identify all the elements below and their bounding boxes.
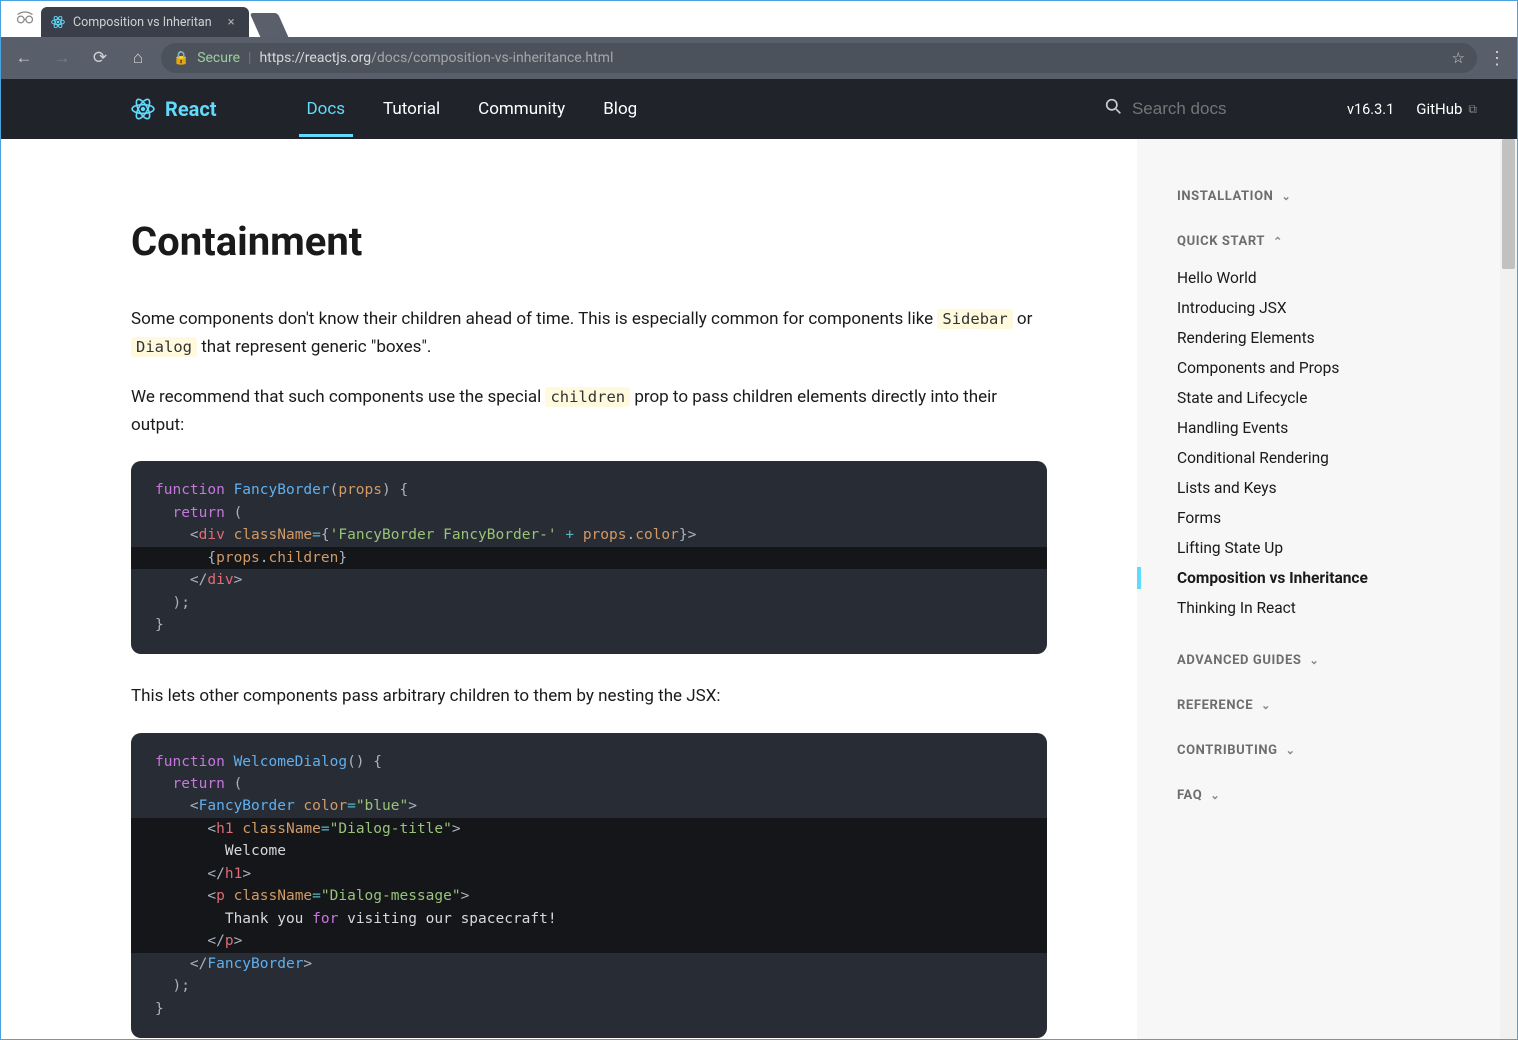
sidebar-item-lists-keys[interactable]: Lists and Keys [1177, 473, 1517, 503]
sidebar-item-lifting-state-up[interactable]: Lifting State Up [1177, 533, 1517, 563]
code-block-1: function FancyBorder(props) { return ( <… [131, 461, 1047, 654]
chevron-down-icon: ⌄ [1210, 789, 1220, 802]
page: React Docs Tutorial Community Blog v16.3… [1, 79, 1517, 1039]
sidebar-section-advanced[interactable]: ADVANCED GUIDES⌄ [1177, 653, 1517, 668]
sidebar-item-rendering-elements[interactable]: Rendering Elements [1177, 323, 1517, 353]
sidebar-item-forms[interactable]: Forms [1177, 503, 1517, 533]
new-tab-button[interactable] [249, 13, 288, 37]
sidebar-item-thinking-in-react[interactable]: Thinking In React [1177, 593, 1517, 623]
chevron-down-icon: ⌄ [1281, 190, 1291, 203]
browser-toolbar: ← → ⟳ ⌂ 🔒 Secure | https://reactjs.org/d… [1, 37, 1517, 79]
version-label[interactable]: v16.3.1 [1347, 101, 1394, 118]
reload-button[interactable]: ⟳ [85, 43, 115, 73]
secure-label: Secure [197, 50, 240, 66]
sidebar-item-components-props[interactable]: Components and Props [1177, 353, 1517, 383]
code-block-2: function WelcomeDialog() { return ( <Fan… [131, 733, 1047, 1039]
sidebar-item-handling-events[interactable]: Handling Events [1177, 413, 1517, 443]
header-nav: Docs Tutorial Community Blog [307, 81, 638, 137]
brand[interactable]: React [131, 97, 217, 121]
code-dialog: Dialog [131, 337, 197, 357]
nav-docs[interactable]: Docs [307, 81, 346, 137]
code-sidebar: Sidebar [937, 309, 1012, 329]
search-icon [1105, 98, 1122, 120]
back-button[interactable]: ← [9, 43, 39, 73]
bookmark-icon[interactable]: ☆ [1452, 49, 1465, 67]
forward-button[interactable]: → [47, 43, 77, 73]
browser-tabstrip: Composition vs Inheritan × [1, 1, 1517, 37]
nav-community[interactable]: Community [478, 81, 565, 137]
chevron-down-icon: ⌄ [1309, 654, 1319, 667]
sidebar-item-hello-world[interactable]: Hello World [1177, 263, 1517, 293]
browser-tab-active[interactable]: Composition vs Inheritan × [41, 7, 249, 37]
scroll-thumb[interactable] [1502, 139, 1515, 269]
body: Containment Some components don't know t… [1, 139, 1517, 1039]
chevron-down-icon: ⌄ [1261, 699, 1271, 712]
sidebar-section-reference[interactable]: REFERENCE⌄ [1177, 698, 1517, 713]
sidebar-item-conditional-rendering[interactable]: Conditional Rendering [1177, 443, 1517, 473]
article-heading: Containment [131, 209, 1047, 275]
nav-tutorial[interactable]: Tutorial [383, 81, 440, 137]
search-input[interactable] [1132, 99, 1252, 119]
sidebar-section-installation[interactable]: INSTALLATION⌄ [1177, 189, 1517, 204]
sidebar-quickstart-list: Hello World Introducing JSX Rendering El… [1177, 263, 1517, 623]
home-button[interactable]: ⌂ [123, 43, 153, 73]
article: Containment Some components don't know t… [1, 139, 1137, 1039]
docs-sidebar: INSTALLATION⌄ QUICK START⌃ Hello World I… [1137, 139, 1517, 1039]
app-window: Composition vs Inheritan × ← → ⟳ ⌂ 🔒 Sec… [0, 0, 1518, 1040]
paragraph-3: This lets other components pass arbitrar… [131, 682, 1047, 710]
github-link[interactable]: GitHub⧉ [1416, 100, 1477, 118]
address-bar[interactable]: 🔒 Secure | https://reactjs.org/docs/comp… [161, 43, 1477, 73]
search-wrap [1105, 98, 1252, 120]
sidebar-section-faq[interactable]: FAQ⌄ [1177, 788, 1517, 803]
lock-icon: 🔒 [173, 51, 189, 66]
paragraph-1: Some components don't know their childre… [131, 305, 1047, 361]
browser-menu-button[interactable]: ⋮ [1485, 48, 1509, 69]
url-path: /docs/composition-vs-inheritance.html [371, 50, 613, 66]
brand-label: React [165, 97, 217, 121]
code-children: children [545, 387, 630, 407]
site-header: React Docs Tutorial Community Blog v16.3… [1, 79, 1517, 139]
url-host: https://reactjs.org [259, 50, 371, 66]
page-scrollbar[interactable] [1500, 139, 1517, 1039]
sidebar-section-contributing[interactable]: CONTRIBUTING⌄ [1177, 743, 1517, 758]
external-link-icon: ⧉ [1468, 102, 1477, 117]
sidebar-item-composition-vs-inheritance[interactable]: Composition vs Inheritance [1177, 563, 1517, 593]
sidebar-item-introducing-jsx[interactable]: Introducing JSX [1177, 293, 1517, 323]
tab-close-icon[interactable]: × [228, 15, 235, 30]
incognito-icon [15, 9, 35, 28]
react-logo-icon [131, 97, 155, 121]
chevron-down-icon: ⌄ [1286, 744, 1296, 757]
sidebar-item-state-lifecycle[interactable]: State and Lifecycle [1177, 383, 1517, 413]
nav-blog[interactable]: Blog [603, 81, 637, 137]
sidebar-section-quickstart[interactable]: QUICK START⌃ [1177, 234, 1517, 249]
paragraph-2: We recommend that such components use th… [131, 383, 1047, 439]
browser-tab-title: Composition vs Inheritan [73, 15, 212, 30]
chevron-up-icon: ⌃ [1273, 235, 1283, 248]
